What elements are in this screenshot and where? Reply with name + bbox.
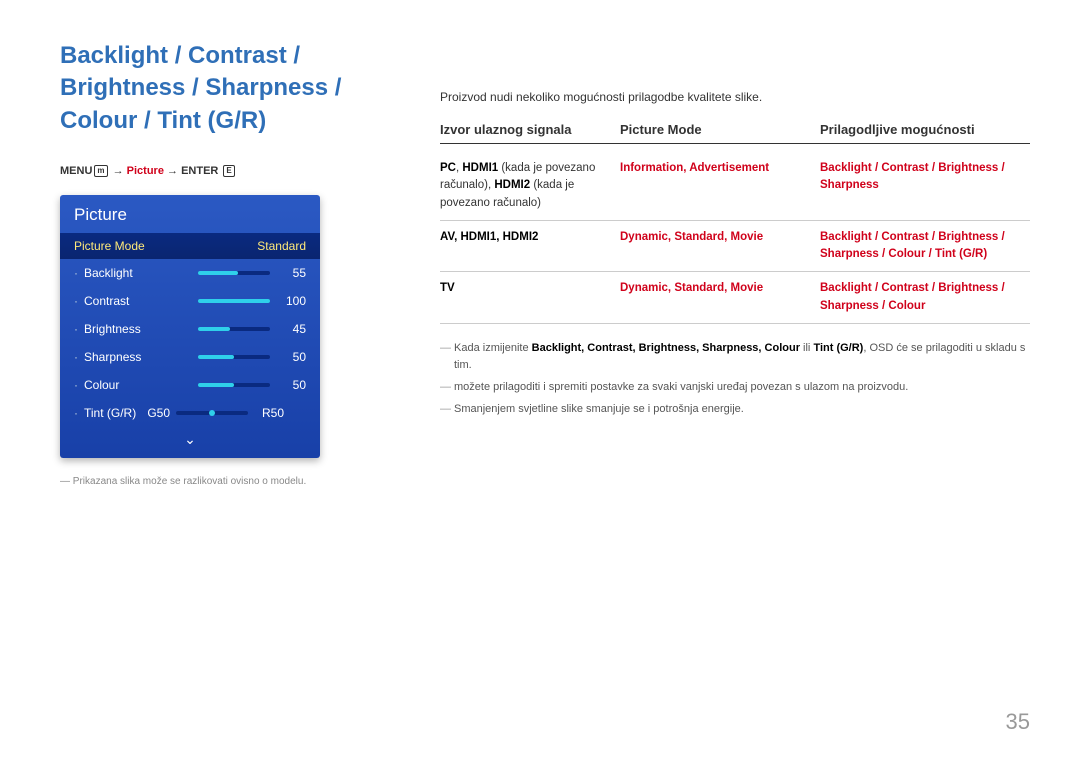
- mode-value: Standard: [257, 239, 306, 253]
- osd-title: Picture: [60, 195, 320, 233]
- slider-track[interactable]: [198, 299, 270, 303]
- options-table: Izvor ulaznog signala Picture Mode Prila…: [440, 122, 1030, 324]
- slider-track[interactable]: [198, 383, 270, 387]
- tint-label: Tint (G/R): [84, 406, 140, 420]
- bullet: ·: [74, 266, 84, 280]
- note-bold: Backlight, Contrast, Brightness, Sharpne…: [532, 342, 800, 354]
- osd-slider-row[interactable]: ·Colour 50: [60, 371, 320, 399]
- osd-slider-row[interactable]: ·Brightness 45: [60, 315, 320, 343]
- slider-fill: [198, 271, 238, 275]
- src: HDMI2: [494, 179, 530, 191]
- bullet: ·: [74, 406, 84, 420]
- table-row: TV Dynamic, Standard, Movie Backlight / …: [440, 272, 1030, 324]
- th-source: Izvor ulaznog signala: [440, 122, 620, 137]
- slider-value: 100: [280, 294, 306, 308]
- bullet: ·: [74, 294, 84, 308]
- slider-value: 55: [280, 266, 306, 280]
- src: HDMI1: [462, 162, 498, 174]
- osd-slider-row[interactable]: ·Contrast 100: [60, 287, 320, 315]
- osd-tint-row[interactable]: · Tint (G/R) G50 R50: [60, 399, 320, 427]
- tint-g: G50: [140, 406, 170, 420]
- table-row: AV, HDMI1, HDMI2 Dynamic, Standard, Movi…: [440, 221, 1030, 273]
- arrow-text: →: [164, 165, 181, 177]
- note-bold: Tint (G/R): [813, 342, 863, 354]
- intro-text: Proizvod nudi nekoliko mogućnosti prilag…: [440, 90, 1030, 104]
- note-text: Kada izmijenite: [454, 342, 532, 354]
- tint-r: R50: [254, 406, 284, 420]
- arrow-text: →: [110, 165, 127, 177]
- menu-icon: m: [94, 165, 107, 177]
- osd-slider-row[interactable]: ·Backlight 55: [60, 259, 320, 287]
- cell-source: PC, HDMI1 (kada je povezano računalo), H…: [440, 160, 620, 212]
- cell-mode: Information, Advertisement: [620, 160, 820, 212]
- table-row: PC, HDMI1 (kada je povezano računalo), H…: [440, 152, 1030, 221]
- osd-slider-row[interactable]: ·Sharpness 50: [60, 343, 320, 371]
- slider-label: Colour: [84, 378, 198, 392]
- cell-options: Backlight / Contrast / Brightness / Shar…: [820, 160, 1030, 212]
- menu-breadcrumb: MENUm → Picture → ENTER E: [60, 165, 400, 177]
- th-options: Prilagodljive mogućnosti: [820, 122, 1030, 137]
- slider-value: 50: [280, 350, 306, 364]
- th-mode: Picture Mode: [620, 122, 820, 137]
- enter-icon: E: [223, 165, 234, 177]
- enter-text: ENTER: [181, 165, 218, 177]
- osd-panel: Picture Picture Mode Standard ·Backlight…: [60, 195, 320, 458]
- osd-mode-row[interactable]: Picture Mode Standard: [60, 233, 320, 259]
- chevron-down-icon[interactable]: ⌄: [60, 427, 320, 448]
- slider-label: Backlight: [84, 266, 198, 280]
- notes-block: Kada izmijenite Backlight, Contrast, Bri…: [440, 340, 1030, 418]
- note: Smanjenjem svjetline slike smanjuje se i…: [440, 401, 1030, 419]
- slider-track[interactable]: [198, 355, 270, 359]
- cell-options: Backlight / Contrast / Brightness / Shar…: [820, 229, 1030, 264]
- slider-label: Sharpness: [84, 350, 198, 364]
- bullet: ·: [74, 378, 84, 392]
- menu-text: MENU: [60, 165, 92, 177]
- picture-text: Picture: [127, 165, 164, 177]
- src: PC: [440, 162, 456, 174]
- slider-value: 50: [280, 378, 306, 392]
- image-disclaimer: Prikazana slika može se razlikovati ovis…: [60, 476, 400, 487]
- slider-track[interactable]: [198, 327, 270, 331]
- tint-slider-thumb[interactable]: [209, 410, 215, 416]
- slider-label: Contrast: [84, 294, 198, 308]
- page-title: Backlight / Contrast / Brightness / Shar…: [60, 40, 400, 137]
- slider-value: 45: [280, 322, 306, 336]
- bullet: ·: [74, 322, 84, 336]
- note: možete prilagoditi i spremiti postavke z…: [440, 379, 1030, 397]
- mode-label: Picture Mode: [74, 239, 145, 253]
- slider-fill: [198, 355, 234, 359]
- slider-fill: [198, 299, 270, 303]
- slider-fill: [198, 327, 230, 331]
- slider-label: Brightness: [84, 322, 198, 336]
- cell-source: TV: [440, 280, 620, 315]
- cell-mode: Dynamic, Standard, Movie: [620, 229, 820, 264]
- cell-mode: Dynamic, Standard, Movie: [620, 280, 820, 315]
- slider-track[interactable]: [198, 271, 270, 275]
- cell-source: AV, HDMI1, HDMI2: [440, 229, 620, 264]
- slider-fill: [198, 383, 234, 387]
- page-number: 35: [1006, 709, 1030, 735]
- cell-options: Backlight / Contrast / Brightness / Shar…: [820, 280, 1030, 315]
- tint-slider[interactable]: [176, 411, 248, 415]
- note-text: ili: [800, 342, 813, 354]
- note: Kada izmijenite Backlight, Contrast, Bri…: [440, 340, 1030, 375]
- bullet: ·: [74, 350, 84, 364]
- table-header-row: Izvor ulaznog signala Picture Mode Prila…: [440, 122, 1030, 144]
